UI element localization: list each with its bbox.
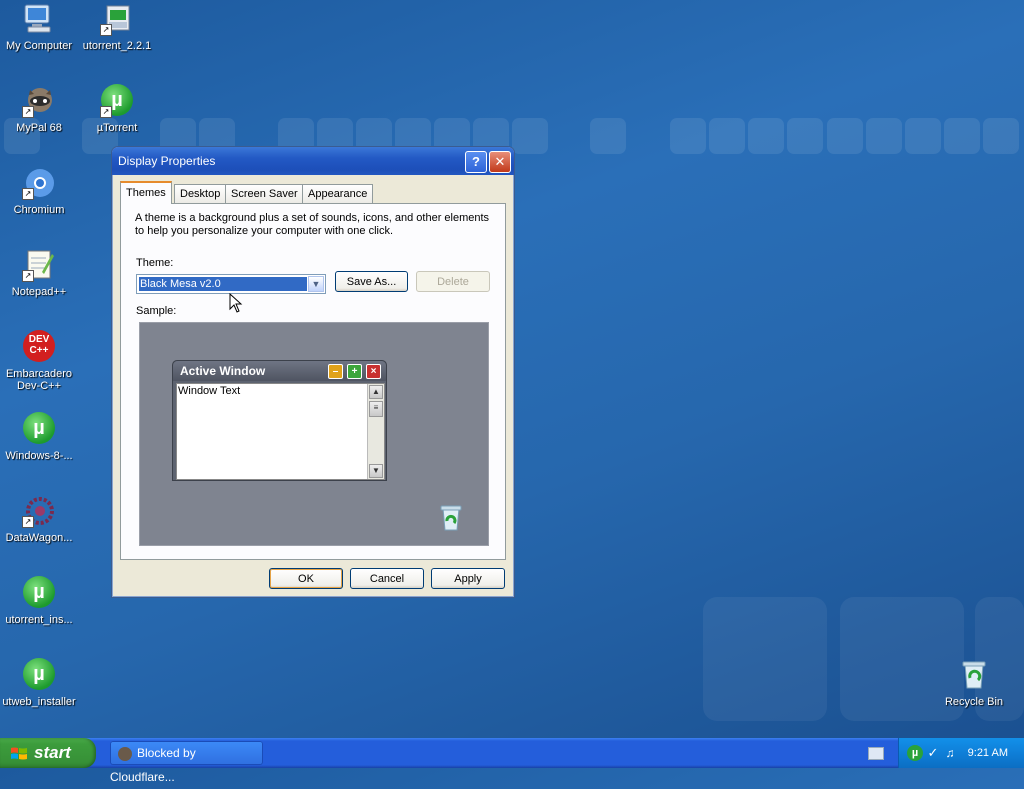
desktop-icon-label: Recycle Bin (944, 696, 1004, 708)
desktop-icon-utweb-installer[interactable]: µ utweb_installer (0, 658, 78, 708)
tab-themes[interactable]: Themes (120, 181, 172, 204)
theme-sample-preview: Active Window – + × Window Text ▲ ≡ ▼ (139, 322, 489, 546)
clock[interactable]: 9:21 AM (968, 738, 1008, 768)
close-icon: ✕ (494, 154, 506, 169)
save-as-button[interactable]: Save As... (335, 271, 408, 292)
desktop-icon-windows8[interactable]: µ Windows-8-... (0, 412, 78, 462)
desktop-icon-chromium[interactable]: ↗ Chromium (0, 166, 78, 216)
dialog-title: Display Properties (118, 154, 216, 168)
desktop-icon-label: utweb_installer (2, 696, 76, 708)
raccoon-icon (118, 746, 132, 761)
desktop-icon-label: utorrent_ins... (5, 614, 73, 626)
shortcut-arrow-icon: ↗ (100, 106, 112, 118)
system-tray: µ ✓ ♫ 9:21 AM (898, 738, 1024, 768)
display-properties-dialog: Display Properties ? ✕ Themes Desktop Sc… (111, 146, 515, 598)
close-icon: × (366, 364, 381, 379)
desktop-icon-label: My Computer (5, 40, 73, 52)
cancel-button[interactable]: Cancel (350, 568, 424, 589)
start-label: start (34, 743, 71, 762)
desktop-icon-recycle-bin[interactable]: Recycle Bin (935, 658, 1013, 708)
desktop-icon-mypal[interactable]: ↗ MyPal 68 (0, 84, 78, 134)
sample-label: Sample: (136, 305, 177, 317)
dev-badge-subtext: C++ (29, 345, 49, 356)
help-button[interactable]: ? (465, 151, 487, 173)
apply-button[interactable]: Apply (431, 568, 505, 589)
mouse-cursor-icon (229, 293, 243, 313)
raccoon-icon: ↗ (22, 84, 56, 118)
notepad-icon: ↗ (22, 248, 56, 282)
minimize-icon: – (328, 364, 343, 379)
desktop-icon-label: MyPal 68 (16, 122, 62, 134)
theme-select[interactable]: Black Mesa v2.0 ▼ (136, 274, 326, 294)
start-button[interactable]: start (0, 738, 96, 768)
desktop-icon-utorrent-221[interactable]: ↗ utorrent_2.2.1 (78, 2, 156, 52)
scroll-up-icon: ▲ (369, 385, 383, 399)
scroll-thumb: ≡ (369, 401, 383, 417)
dev-badge-text: DEV (28, 334, 50, 345)
shortcut-arrow-icon: ↗ (100, 24, 112, 36)
sample-window-client: Window Text ▲ ≡ ▼ (176, 383, 385, 480)
computer-icon (22, 2, 56, 36)
shortcut-arrow-icon: ↗ (22, 188, 34, 200)
sample-active-window: Active Window – + × Window Text ▲ ≡ ▼ (172, 360, 387, 481)
utorrent-icon: µ (22, 576, 56, 610)
recycle-bin-icon (438, 503, 462, 531)
windows-logo-icon (11, 747, 27, 760)
utorrent-icon: µ (22, 412, 56, 446)
desktop-icon-label: Embarcadero Dev-C++ (5, 368, 73, 392)
desktop-icon-label: DataWagon... (5, 532, 73, 544)
devcpp-icon: DEV C++ (22, 330, 56, 364)
desktop-icon-label: µTorrent (96, 122, 138, 134)
help-icon: ? (472, 154, 480, 169)
desktop-icon-label: utorrent_2.2.1 (82, 40, 152, 52)
dialog-titlebar[interactable]: Display Properties ? ✕ (112, 147, 514, 175)
desktop-icon-utorrent[interactable]: µ ↗ µTorrent (78, 84, 156, 134)
taskbar-button-browser[interactable]: Blocked by Cloudflare... (110, 741, 263, 784)
maximize-icon: + (347, 364, 362, 379)
utorrent-icon: µ (22, 658, 56, 692)
volume-tray-icon[interactable]: ♫ (943, 745, 957, 761)
keyboard-icon[interactable] (868, 747, 884, 760)
chevron-down-icon[interactable]: ▼ (308, 276, 324, 292)
tab-desktop[interactable]: Desktop (174, 184, 227, 203)
tab-screen-saver[interactable]: Screen Saver (225, 184, 304, 203)
utorrent-icon: µ ↗ (100, 84, 134, 118)
taskbar: start Blocked by Cloudflare... µ ✓ ♫ 9:2… (0, 738, 1024, 784)
theme-label: Theme: (136, 257, 174, 269)
desktop-icon-datawagon[interactable]: ↗ DataWagon... (0, 494, 78, 544)
desktop-icon-my-computer[interactable]: My Computer (0, 2, 78, 52)
recycle-bin-icon (957, 658, 991, 692)
themes-description: A theme is a background plus a set of so… (135, 212, 490, 237)
shortcut-arrow-icon: ↗ (22, 270, 34, 282)
installer-icon: ↗ (100, 2, 134, 36)
chromium-icon: ↗ (22, 166, 56, 200)
desktop-icon-label: Notepad++ (11, 286, 67, 298)
desktop-icon-label: Chromium (13, 204, 65, 216)
sample-window-title: Active Window (180, 364, 266, 378)
sample-window-titlebar: Active Window – + × (173, 361, 386, 381)
close-button[interactable]: ✕ (489, 151, 511, 173)
theme-select-value: Black Mesa v2.0 (139, 277, 307, 291)
datawagon-icon: ↗ (22, 494, 56, 528)
tab-appearance[interactable]: Appearance (302, 184, 374, 203)
shortcut-arrow-icon: ↗ (22, 516, 34, 528)
sample-scrollbar: ▲ ≡ ▼ (367, 384, 384, 479)
sample-window-text: Window Text (178, 385, 241, 397)
network-tray-icon[interactable]: ✓ (925, 745, 941, 761)
scroll-down-icon: ▼ (369, 464, 383, 478)
desktop-icon-label: Windows-8-... (5, 450, 73, 462)
utorrent-tray-icon[interactable]: µ (907, 745, 923, 761)
ok-button[interactable]: OK (269, 568, 343, 589)
desktop-icon-notepadpp[interactable]: ↗ Notepad++ (0, 248, 78, 298)
shortcut-arrow-icon: ↗ (22, 106, 34, 118)
desktop-icon-devcpp[interactable]: DEV C++ Embarcadero Dev-C++ (0, 330, 78, 392)
themes-panel: A theme is a background plus a set of so… (120, 203, 506, 560)
delete-button[interactable]: Delete (416, 271, 490, 292)
desktop-icon-utorrent-installer[interactable]: µ utorrent_ins... (0, 576, 78, 626)
